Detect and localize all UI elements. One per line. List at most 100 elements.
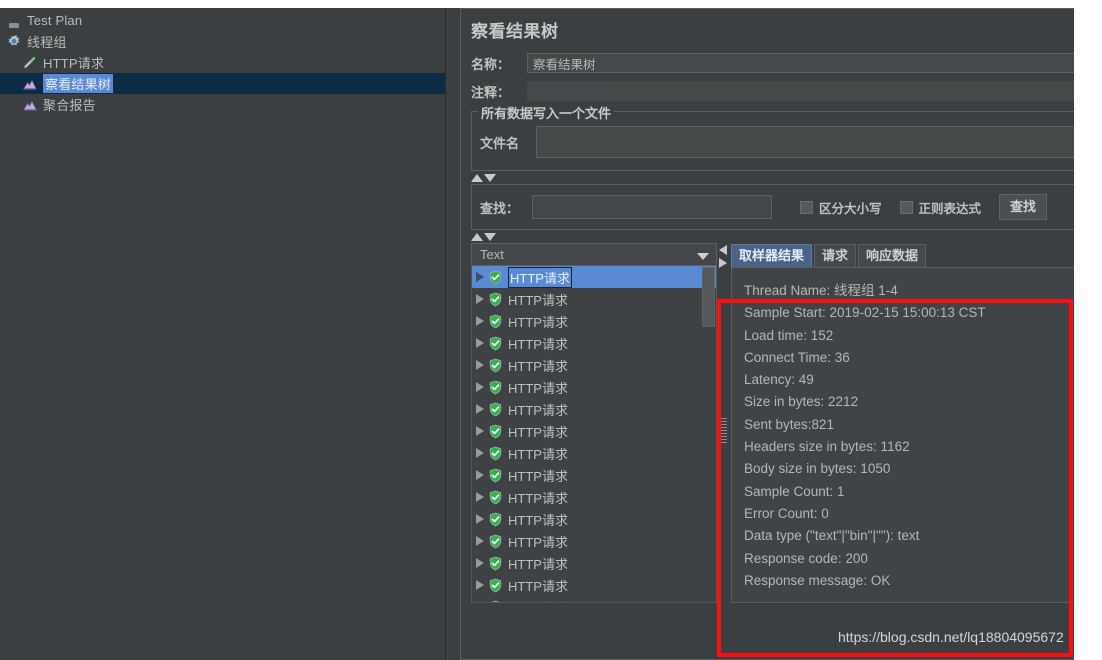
checkbox-box[interactable] — [899, 200, 913, 214]
chevron-down-icon[interactable] — [484, 174, 496, 182]
results-list-item[interactable]: HTTP请求 — [472, 420, 716, 442]
expand-arrow-icon[interactable] — [476, 294, 484, 304]
render-selector-value: Text — [480, 247, 504, 262]
chart-icon — [22, 97, 38, 113]
search-label: 查找： — [480, 200, 520, 216]
sampler-result-line: Data type ("text"|"bin"|""): text — [744, 528, 920, 544]
expand-arrow-icon[interactable] — [476, 514, 484, 524]
success-shield-icon — [488, 292, 503, 307]
results-tree-list[interactable]: HTTP请求 HTTP请求 HTTP请求 HTTP请求 HTTP请求 HTTP请求 HTTP… — [471, 266, 717, 603]
case-sensitive-label: 区分大小写 — [819, 201, 882, 216]
regex-checkbox[interactable]: 正则表达式 — [899, 198, 981, 217]
pane-splitter[interactable] — [717, 243, 731, 603]
sampler-detail-pane: 取样器结果 请求 响应数据 Thread Name: 线程组 1-4 Sample S… — [731, 243, 1102, 603]
chevron-down-icon[interactable] — [697, 253, 709, 260]
page-right-margin — [1074, 0, 1102, 660]
success-shield-icon — [488, 512, 503, 527]
results-list-item[interactable]: HTTP请求 — [472, 288, 716, 310]
tab-2[interactable]: 响应数据 — [858, 244, 927, 267]
group-legend: 所有数据写入一个文件 — [478, 103, 615, 122]
sidebar-item-label: Test Plan — [27, 13, 83, 28]
splitter-arrows[interactable] — [719, 245, 727, 268]
sampler-result-line: Sent bytes:821 — [744, 416, 835, 432]
results-list-item-label: HTTP请求 — [508, 402, 568, 418]
success-shield-icon — [488, 270, 503, 285]
chevron-up-icon[interactable] — [471, 233, 483, 241]
sidebar-item-aggregate-report[interactable]: 聚合报告 — [0, 94, 445, 115]
sidebar-item-test-plan[interactable]: Test Plan — [0, 10, 445, 31]
results-list-item[interactable]: HTTP请求 — [472, 574, 716, 596]
chevron-up-icon[interactable] — [471, 174, 483, 182]
comment-label: 注释： — [471, 84, 511, 100]
results-list-item[interactable]: HTTP请求 — [472, 442, 716, 464]
comment-input[interactable] — [527, 81, 1102, 101]
splitter-grip[interactable] — [720, 418, 727, 444]
results-list-item[interactable]: HTTP请求 — [472, 486, 716, 508]
expand-arrow-icon[interactable] — [476, 316, 484, 326]
results-list-scrollbar[interactable] — [702, 267, 715, 327]
chevron-left-icon[interactable] — [719, 245, 727, 255]
sidebar-item-http-request[interactable]: HTTP请求 — [0, 52, 445, 73]
sampler-result-line: Sample Count: 1 — [744, 483, 845, 499]
expand-arrow-icon[interactable] — [476, 558, 484, 568]
results-list-item[interactable]: HTTP请求 — [472, 310, 716, 332]
search-bar: 查找： 区分大小写 正则表达式 查找 — [471, 184, 1102, 230]
results-list-item[interactable]: HTTP请求 — [472, 552, 716, 574]
results-list-item-label: HTTP请求 — [508, 490, 568, 506]
results-list-item-label: HTTP请求 — [508, 468, 568, 484]
expand-arrow-icon[interactable] — [476, 492, 484, 502]
testplan-icon — [6, 13, 22, 29]
results-list-item[interactable]: HTTP请求 — [472, 530, 716, 552]
results-list-item[interactable]: HTTP请求 — [472, 508, 716, 530]
expand-arrow-icon[interactable] — [476, 448, 484, 458]
results-list-item[interactable]: HTTP请求 — [472, 332, 716, 354]
collapse-toggle-file[interactable] — [461, 171, 1102, 184]
sidebar-item-thread-group[interactable]: 线程组 — [0, 31, 445, 52]
expand-arrow-icon[interactable] — [476, 360, 484, 370]
expand-arrow-icon[interactable] — [476, 426, 484, 436]
case-sensitive-checkbox[interactable]: 区分大小写 — [800, 198, 882, 217]
tab-0[interactable]: 取样器结果 — [731, 244, 813, 267]
success-shield-icon — [488, 402, 503, 417]
render-selector[interactable]: Text — [471, 243, 717, 266]
results-list-item-label: HTTP请求 — [508, 266, 572, 288]
results-list-item[interactable]: HTTP请求 — [472, 266, 716, 288]
collapse-toggle-search[interactable] — [461, 230, 1102, 243]
expand-arrow-icon[interactable] — [476, 536, 484, 546]
write-all-data-group: 所有数据写入一个文件 文件名 — [471, 103, 1102, 171]
tab-1[interactable]: 请求 — [814, 244, 857, 267]
chevron-down-icon[interactable] — [484, 233, 496, 241]
comment-row: 注释： — [461, 77, 1102, 105]
find-button[interactable]: 查找 — [999, 194, 1048, 220]
results-list-item[interactable]: HTTP请求 — [472, 596, 716, 603]
checkbox-box[interactable] — [800, 200, 813, 214]
results-list-item[interactable]: HTTP请求 — [472, 398, 716, 420]
expand-arrow-icon[interactable] — [476, 580, 484, 590]
results-list-item-label: HTTP请求 — [508, 314, 568, 330]
filename-input[interactable] — [536, 126, 1102, 158]
expand-arrow-icon[interactable] — [476, 338, 484, 348]
gear-icon — [6, 34, 22, 50]
detail-tabbar: 取样器结果 请求 响应数据 — [731, 243, 1102, 267]
expand-arrow-icon[interactable] — [476, 470, 484, 480]
results-list-item[interactable]: HTTP请求 — [472, 464, 716, 486]
results-list-item-label: HTTP请求 — [508, 578, 568, 594]
search-input[interactable] — [532, 195, 772, 219]
results-list-item-label: HTTP请求 — [508, 534, 568, 550]
expand-arrow-icon[interactable] — [476, 382, 484, 392]
name-row: 名称： — [461, 49, 1102, 77]
sampler-result-line: Connect Time: 36 — [744, 349, 850, 365]
name-input[interactable] — [527, 53, 1102, 73]
page-title: 察看结果树 — [471, 22, 559, 41]
sidebar-item-label: 聚合报告 — [43, 98, 96, 113]
success-shield-icon — [488, 446, 503, 461]
chevron-right-icon[interactable] — [719, 258, 727, 268]
expand-arrow-icon[interactable] — [476, 602, 484, 603]
sidebar-item-view-results-tree[interactable]: 察看结果树 — [0, 73, 445, 94]
results-list-item-label: HTTP请求 — [508, 512, 568, 528]
expand-arrow-icon[interactable] — [476, 404, 484, 414]
success-shield-icon — [488, 578, 503, 593]
results-list-item[interactable]: HTTP请求 — [472, 354, 716, 376]
expand-arrow-icon[interactable] — [476, 272, 484, 282]
results-list-item[interactable]: HTTP请求 — [472, 376, 716, 398]
